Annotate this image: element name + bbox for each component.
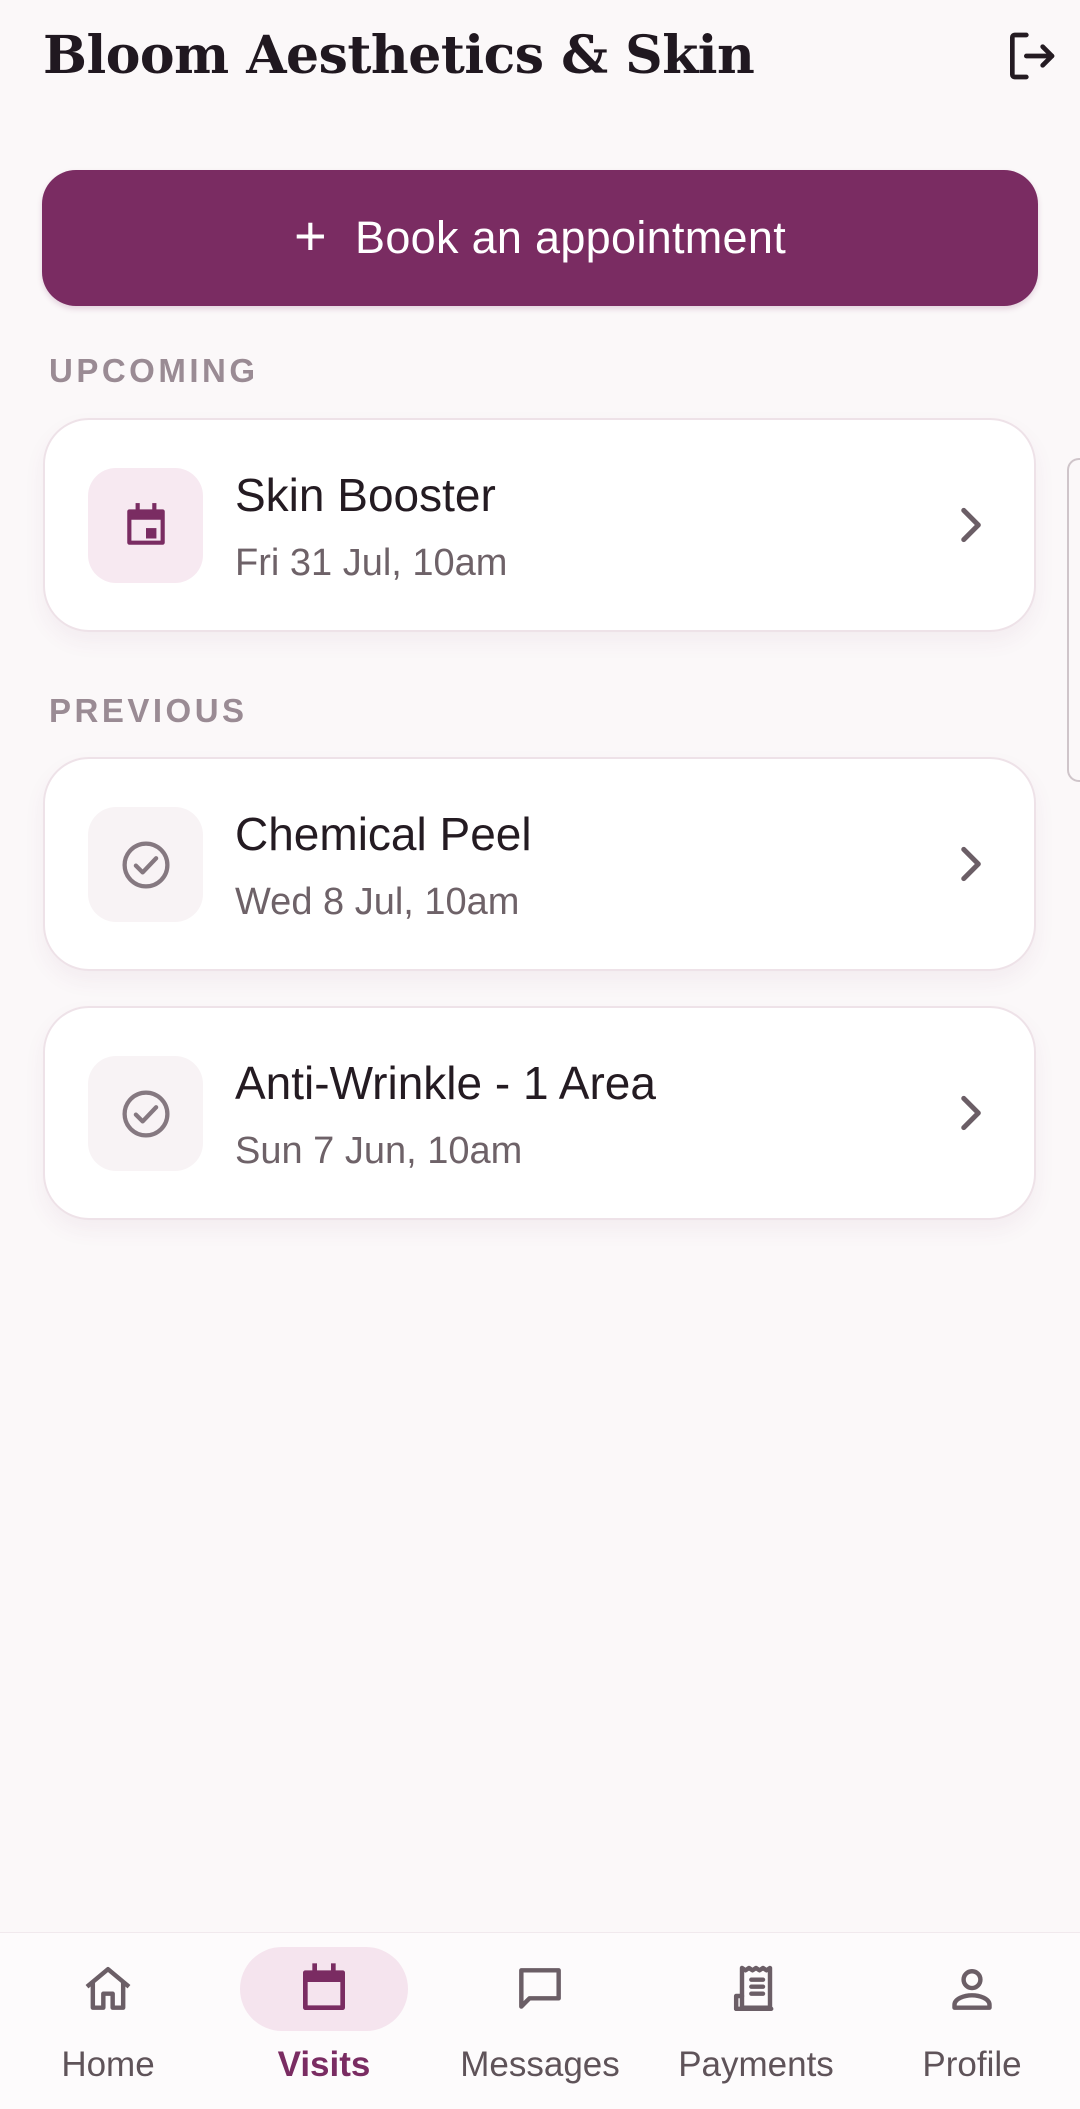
appointment-icon-tile: [88, 807, 203, 922]
appointment-icon-tile: [88, 468, 203, 583]
message-icon: [519, 1968, 561, 2009]
nav-item-payments[interactable]: Payments: [648, 1933, 864, 2109]
upcoming-heading: UPCOMING: [49, 352, 259, 389]
appointment-icon-tile: [88, 1056, 203, 1171]
chevron-right-icon: [961, 846, 981, 882]
appointment-title: Skin Booster: [235, 469, 496, 521]
calendar-icon: [303, 1963, 345, 2010]
receipt-icon: [733, 1965, 774, 2012]
chevron-right-icon: [961, 1095, 981, 1131]
nav-icon-container: [888, 1947, 1056, 2031]
app-title: Bloom Aesthetics & Skin: [43, 25, 755, 86]
calendar-icon: [126, 502, 165, 545]
appointment-title: Anti-Wrinkle - 1 Area: [235, 1057, 656, 1109]
nav-label-profile: Profile: [922, 2045, 1022, 2084]
nav-item-profile[interactable]: Profile: [864, 1933, 1080, 2109]
person-icon: [952, 1969, 992, 2010]
nav-label-visits: Visits: [277, 2045, 371, 2084]
nav-label-payments: Payments: [678, 2045, 834, 2084]
check-circle-icon: [121, 840, 170, 889]
logout-button[interactable]: [986, 20, 1076, 92]
scroll-handle[interactable]: [1067, 458, 1080, 782]
app-header: Bloom Aesthetics & Skin: [43, 20, 1080, 96]
plus-icon: +: [293, 204, 327, 267]
appointment-datetime: Sun 7 Jun, 10am: [235, 1130, 523, 1172]
check-circle-icon: [121, 1089, 170, 1138]
nav-item-messages[interactable]: Messages: [432, 1933, 648, 2109]
nav-item-visits[interactable]: Visits: [216, 1933, 432, 2109]
nav-icon-container: [456, 1947, 624, 2031]
appointment-card-chemical-peel[interactable]: Chemical Peel Wed 8 Jul, 10am: [43, 757, 1036, 971]
logout-icon: [1010, 32, 1055, 80]
bottom-navigation: Home Visits Messages Payments Profile: [0, 1932, 1080, 2109]
appointment-card-skin-booster[interactable]: Skin Booster Fri 31 Jul, 10am: [43, 418, 1036, 632]
appointment-datetime: Fri 31 Jul, 10am: [235, 542, 508, 584]
home-icon: [85, 1966, 131, 2010]
nav-label-home: Home: [61, 2045, 155, 2084]
nav-icon-container: [672, 1947, 840, 2031]
book-appointment-label: Book an appointment: [355, 212, 787, 263]
appointment-datetime: Wed 8 Jul, 10am: [235, 881, 520, 923]
nav-icon-container: [24, 1947, 192, 2031]
nav-label-messages: Messages: [460, 2045, 620, 2084]
book-appointment-button[interactable]: + Book an appointment: [42, 170, 1038, 306]
nav-icon-container: [240, 1947, 408, 2031]
chevron-right-icon: [961, 507, 981, 543]
nav-item-home[interactable]: Home: [0, 1933, 216, 2109]
appointment-title: Chemical Peel: [235, 808, 532, 860]
appointment-card-anti-wrinkle[interactable]: Anti-Wrinkle - 1 Area Sun 7 Jun, 10am: [43, 1006, 1036, 1220]
previous-heading: PREVIOUS: [49, 692, 248, 729]
